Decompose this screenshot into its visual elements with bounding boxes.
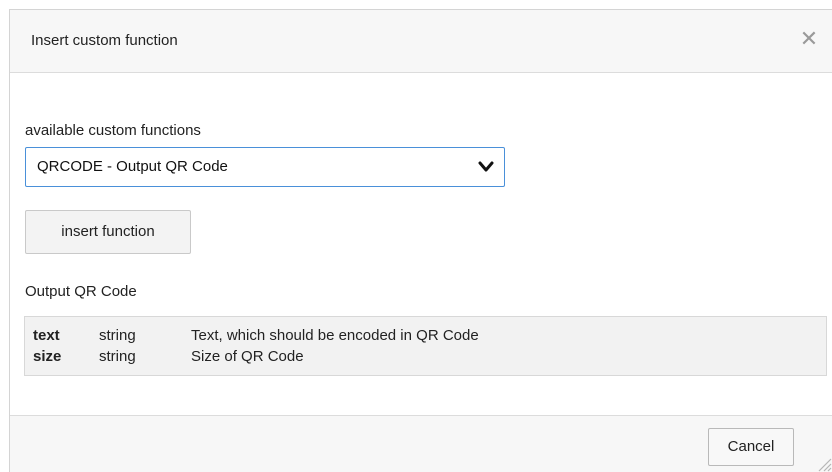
parameter-name: text <box>33 327 60 344</box>
parameter-type: string <box>99 327 136 344</box>
parameter-row: text string Text, which should be encode… <box>25 327 826 348</box>
parameters-table: text string Text, which should be encode… <box>24 316 827 376</box>
parameter-description: Size of QR Code <box>191 348 304 365</box>
select-label: available custom functions <box>25 122 201 139</box>
parameter-description: Text, which should be encoded in QR Code <box>191 327 479 344</box>
dialog-title: Insert custom function <box>31 32 178 49</box>
close-icon[interactable]: ✕ <box>796 26 822 52</box>
parameter-name: size <box>33 348 62 365</box>
insert-custom-function-dialog: Insert custom function ✕ available custo… <box>9 9 832 472</box>
chevron-down-icon <box>478 161 494 172</box>
cancel-button[interactable]: Cancel <box>708 428 794 466</box>
resize-grip-icon[interactable] <box>816 456 832 472</box>
insert-function-button[interactable]: insert function <box>25 210 191 254</box>
function-description: Output QR Code <box>25 283 137 300</box>
parameter-row: size string Size of QR Code <box>25 348 826 369</box>
parameter-type: string <box>99 348 136 365</box>
dialog-header: Insert custom function ✕ <box>10 10 832 73</box>
custom-function-select[interactable]: QRCODE - Output QR Code <box>25 147 505 187</box>
selected-function-value: QRCODE - Output QR Code <box>37 158 228 175</box>
dialog-footer: Cancel <box>10 415 832 472</box>
